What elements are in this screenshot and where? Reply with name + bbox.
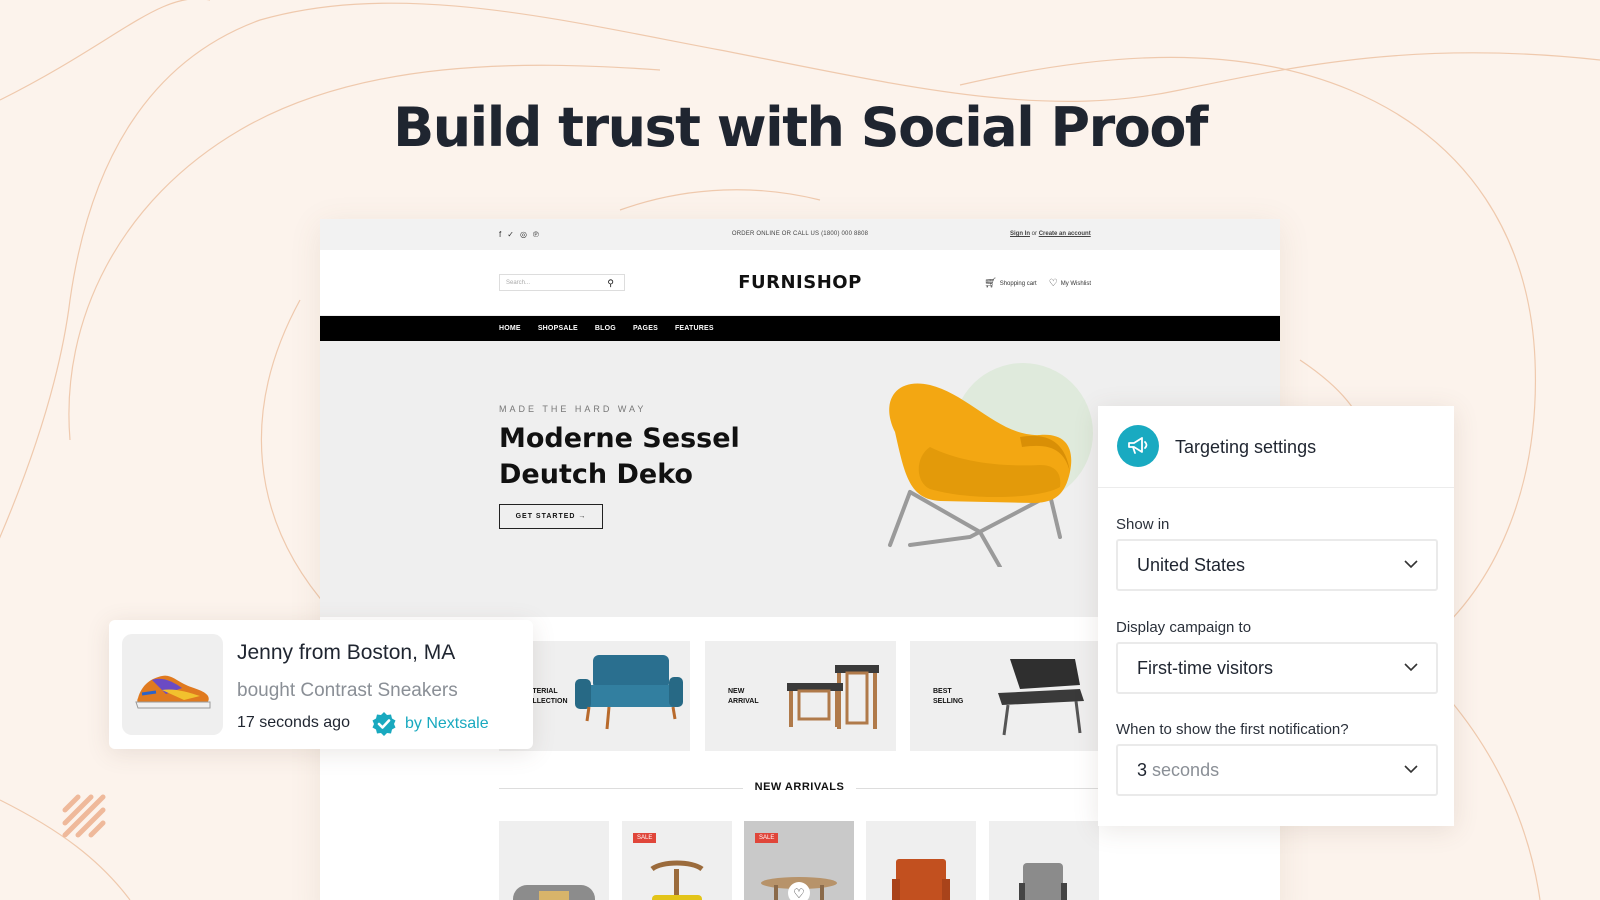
category-tile-new-arrival[interactable]: NEW ARRIVAL: [705, 641, 896, 751]
purchase-time: 17 seconds ago: [237, 714, 350, 731]
hero-title-line2: Deutch Deko: [499, 459, 693, 490]
attribution-text: by Nextsale: [405, 715, 489, 732]
store-promo: ORDER ONLINE OR CALL US (1800) 000 8808: [731, 231, 869, 237]
store-nav: HOME SHOPSALE BLOG PAGES FEATURES: [320, 316, 1280, 341]
show-in-value: United States: [1137, 555, 1246, 575]
customer-name: Jenny from Boston, MA: [237, 641, 456, 664]
orange-armchair-image: [892, 859, 950, 900]
display-to-label: Display campaign to: [1116, 619, 1252, 636]
page-headline: Build trust with Social Proof: [393, 96, 1208, 159]
first-notification-select[interactable]: 3 seconds: [1116, 744, 1438, 796]
show-in-label: Show in: [1116, 516, 1170, 533]
chevron-down-icon: [1404, 765, 1418, 774]
first-notification-unit: seconds: [1152, 760, 1220, 780]
category-label-line1: BEST: [933, 688, 952, 695]
targeting-settings-panel: Targeting settings Show in United States…: [1098, 406, 1454, 826]
grey-armchair-image: [513, 885, 595, 900]
create-account-link[interactable]: Create an account: [1039, 231, 1091, 237]
new-arrivals-label: NEW ARRIVALS: [742, 781, 857, 793]
category-label-line2: ARRIVAL: [728, 698, 759, 705]
social-proof-notification[interactable]: Jenny from Boston, MA bought Contrast Sn…: [109, 620, 533, 749]
shopping-cart-link[interactable]: 🛒︎ Shopping cart: [984, 278, 1037, 289]
wishlist-label: My Wishlist: [1060, 281, 1092, 287]
show-in-select[interactable]: United States: [1116, 539, 1438, 591]
nextsale-attribution[interactable]: by Nextsale: [371, 711, 489, 737]
new-arrivals-heading: NEW ARRIVALS: [499, 781, 1100, 795]
heart-icon: ♡: [1048, 278, 1058, 289]
verified-badge-icon: [372, 712, 396, 736]
cart-label: Shopping cart: [999, 281, 1037, 287]
nav-blog[interactable]: BLOG: [595, 325, 616, 332]
grey-chair-image: [1019, 863, 1067, 900]
hero-title-line1: Moderne Sessel: [499, 423, 740, 454]
product-card[interactable]: [866, 821, 976, 900]
panel-title: Targeting settings: [1175, 437, 1317, 457]
product-card[interactable]: [989, 821, 1099, 900]
blue-sofa-image: [575, 655, 683, 730]
or-text: or: [1031, 231, 1038, 237]
chevron-down-icon: [1404, 663, 1418, 672]
category-label-line1: NEW: [728, 688, 745, 695]
first-notification-label: When to show the first notification?: [1116, 721, 1349, 738]
round-table-image: ♡: [761, 877, 837, 900]
product-card[interactable]: SALE: [622, 821, 732, 900]
hero-title: Moderne Sessel Deutch Deko: [499, 421, 799, 493]
display-to-value: First-time visitors: [1137, 658, 1273, 678]
sneaker-image: [135, 675, 211, 709]
purchase-description: bought Contrast Sneakers: [237, 680, 458, 701]
sign-in-link[interactable]: Sign In: [1010, 231, 1030, 237]
bench-chair-image: [998, 659, 1084, 736]
product-thumbnail: [122, 634, 223, 735]
account-links: Sign In or Create an account: [1010, 231, 1091, 237]
cart-icon: 🛒︎: [984, 278, 997, 289]
nesting-tables-image: [787, 665, 879, 729]
header-links: 🛒︎ Shopping cart ♡ My Wishlist: [984, 278, 1091, 289]
nav-home[interactable]: HOME: [499, 325, 521, 332]
category-label-line2: SELLING: [933, 698, 964, 705]
yellow-armchair-image: [888, 383, 1072, 567]
hero-eyebrow: MADE THE HARD WAY: [499, 404, 647, 414]
wishlist-link[interactable]: ♡ My Wishlist: [1049, 278, 1091, 289]
product-card[interactable]: [499, 821, 609, 900]
panel-header: Targeting settings: [1098, 406, 1454, 488]
wooden-chair-image: [650, 860, 704, 900]
display-to-select[interactable]: First-time visitors: [1116, 642, 1438, 694]
megaphone-icon: [1117, 425, 1159, 467]
store-logo[interactable]: FURNISHOP: [320, 272, 1280, 293]
svg-text:♡: ♡: [793, 887, 805, 900]
get-started-button[interactable]: GET STARTED →: [499, 504, 603, 529]
product-card[interactable]: SALE ♡: [744, 821, 854, 900]
nav-shopsale[interactable]: SHOPSALE: [538, 325, 578, 332]
store-header: Search... ⚲ FURNISHOP 🛒︎ Shopping cart ♡ M…: [320, 250, 1280, 316]
nav-pages[interactable]: PAGES: [633, 325, 658, 332]
store-topbar: f ✓ ◎ ℗ ORDER ONLINE OR CALL US (1800) 0…: [320, 219, 1280, 250]
nav-features[interactable]: FEATURES: [675, 325, 714, 332]
category-tile-best-selling[interactable]: BEST SELLING: [910, 641, 1101, 751]
chevron-down-icon: [1404, 560, 1418, 569]
stripes-decoration: [62, 794, 106, 838]
first-notification-number: 3: [1137, 760, 1148, 780]
